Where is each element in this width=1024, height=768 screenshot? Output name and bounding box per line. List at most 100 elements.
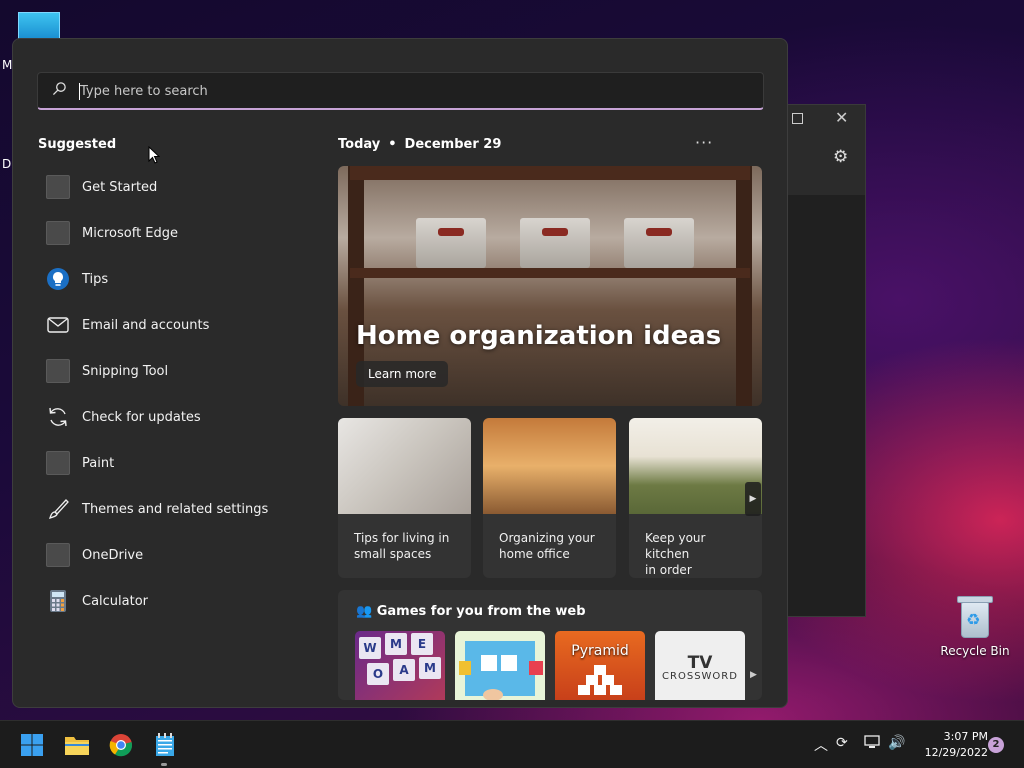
taskbar: ︿ ⟳ 🔊 3:07 PM 12/29/2022 2 bbox=[0, 720, 1024, 768]
suggested-item-themes-and-related-settings[interactable]: Themes and related settings bbox=[46, 486, 316, 532]
hero-image-part bbox=[624, 218, 694, 268]
recycle-bin[interactable]: ♻ Recycle Bin bbox=[940, 596, 1010, 658]
suggested-item-email-and-accounts[interactable]: Email and accounts bbox=[46, 302, 316, 348]
suggested-item-label: Themes and related settings bbox=[82, 501, 269, 517]
game-tile-tv-crossword[interactable]: TV CROSSWORD bbox=[655, 631, 745, 700]
app-placeholder-icon bbox=[46, 221, 70, 245]
caption-line: in order bbox=[645, 563, 692, 577]
hero-image-part bbox=[520, 218, 590, 268]
background-window: ✕ ⚙ bbox=[786, 104, 866, 617]
app-placeholder-icon bbox=[46, 359, 70, 383]
notepad-icon[interactable] bbox=[151, 731, 179, 759]
game-tile-label: CROSSWORD bbox=[662, 671, 738, 682]
caption-line: home office bbox=[499, 547, 570, 561]
story-card-image bbox=[629, 418, 762, 514]
refresh-icon bbox=[46, 405, 70, 429]
caption-line: Keep your kitchen bbox=[645, 531, 706, 561]
sync-icon[interactable]: ⟳ bbox=[836, 735, 848, 751]
story-card-caption: Keep your kitchen in order bbox=[629, 514, 762, 578]
suggested-item-check-for-updates[interactable]: Check for updates bbox=[46, 394, 316, 440]
game-tile-pyramid[interactable]: Pyramid bbox=[555, 631, 645, 700]
suggested-item-snipping-tool[interactable]: Snipping Tool bbox=[46, 348, 316, 394]
hero-image-part bbox=[350, 166, 750, 180]
hero-image-part bbox=[736, 166, 752, 406]
brush-icon bbox=[46, 497, 70, 521]
network-icon[interactable] bbox=[864, 735, 880, 753]
search-input[interactable] bbox=[80, 80, 680, 102]
app-placeholder-icon bbox=[46, 175, 70, 199]
recycle-bin-icon: ♻ bbox=[957, 596, 993, 638]
chrome-icon[interactable] bbox=[107, 731, 135, 759]
hero-image-part bbox=[350, 268, 750, 278]
mail-icon bbox=[46, 313, 70, 337]
suggested-list: Get Started Microsoft Edge Tips Email an… bbox=[46, 164, 316, 624]
games-heading: 👥 Games for you from the web bbox=[356, 604, 586, 619]
hero-title: Home organization ideas bbox=[356, 321, 722, 351]
search-box[interactable] bbox=[37, 72, 764, 110]
maximize-icon[interactable] bbox=[792, 113, 803, 124]
learn-more-button[interactable]: Learn more bbox=[356, 361, 449, 387]
story-card[interactable]: Organizing your home office bbox=[483, 418, 616, 578]
story-card-caption: Organizing your home office bbox=[483, 514, 616, 562]
suggested-heading: Suggested bbox=[38, 137, 117, 152]
suggested-item-label: OneDrive bbox=[82, 547, 144, 563]
caption-line: Tips for living in bbox=[354, 531, 450, 545]
suggested-item-onedrive[interactable]: OneDrive bbox=[46, 532, 316, 578]
games-panel: 👥 Games for you from the web W M E O A M… bbox=[338, 590, 762, 700]
mouse-cursor-icon bbox=[148, 146, 160, 164]
desktop-icon[interactable] bbox=[18, 12, 60, 40]
game-tile-label: Pyramid bbox=[571, 643, 629, 659]
suggested-item-label: Get Started bbox=[82, 179, 158, 195]
game-tile-block-game[interactable] bbox=[455, 631, 545, 700]
suggested-item-label: Microsoft Edge bbox=[82, 225, 179, 241]
more-options-icon[interactable]: ··· bbox=[695, 133, 713, 152]
search-icon bbox=[52, 82, 66, 96]
suggested-item-label: Email and accounts bbox=[82, 317, 210, 333]
suggested-item-label: Paint bbox=[82, 455, 115, 471]
suggested-item-paint[interactable]: Paint bbox=[46, 440, 316, 486]
suggested-item-get-started[interactable]: Get Started bbox=[46, 164, 316, 210]
notification-badge[interactable]: 2 bbox=[988, 737, 1004, 753]
story-card-image bbox=[483, 418, 616, 514]
today-label: Today bbox=[338, 137, 381, 152]
volume-icon[interactable]: 🔊 bbox=[888, 735, 905, 751]
system-clock[interactable]: 3:07 PM 12/29/2022 bbox=[914, 729, 988, 761]
suggested-item-label: Tips bbox=[82, 271, 109, 287]
today-separator: • bbox=[388, 137, 397, 152]
game-tile-word-game[interactable]: W M E O A M bbox=[355, 631, 445, 700]
suggested-item-microsoft-edge[interactable]: Microsoft Edge bbox=[46, 210, 316, 256]
lightbulb-icon bbox=[46, 267, 70, 291]
app-placeholder-icon bbox=[46, 451, 70, 475]
game-tile-label: TV bbox=[687, 653, 713, 673]
suggested-item-tips[interactable]: Tips bbox=[46, 256, 316, 302]
close-icon[interactable]: ✕ bbox=[835, 108, 848, 127]
gear-icon[interactable]: ⚙ bbox=[833, 147, 848, 167]
story-card[interactable]: Tips for living in small spaces bbox=[338, 418, 471, 578]
file-explorer-icon[interactable] bbox=[63, 731, 91, 759]
windows-start-icon[interactable] bbox=[18, 731, 46, 759]
suggested-item-label: Calculator bbox=[82, 593, 149, 609]
app-placeholder-icon bbox=[46, 543, 70, 567]
story-card[interactable]: Keep your kitchen in order bbox=[629, 418, 762, 578]
games-title: Games for you from the web bbox=[376, 604, 586, 619]
story-card-caption: Tips for living in small spaces bbox=[338, 514, 471, 562]
clock-date: 12/29/2022 bbox=[924, 746, 988, 759]
today-heading: Today • December 29 bbox=[338, 137, 501, 152]
calculator-icon bbox=[46, 589, 70, 613]
clock-time: 3:07 PM bbox=[943, 730, 988, 743]
suggested-item-label: Check for updates bbox=[82, 409, 201, 425]
hero-card[interactable]: Home organization ideas Learn more bbox=[338, 166, 762, 406]
chevron-up-icon[interactable]: ︿ bbox=[814, 735, 828, 755]
caption-line: Organizing your bbox=[499, 531, 595, 545]
today-date: December 29 bbox=[404, 137, 502, 152]
caption-line: small spaces bbox=[354, 547, 432, 561]
recycle-bin-label: Recycle Bin bbox=[940, 644, 1010, 658]
hero-image-part bbox=[416, 218, 486, 268]
suggested-item-calculator[interactable]: Calculator bbox=[46, 578, 316, 624]
chevron-right-icon[interactable]: ▶ bbox=[745, 482, 761, 516]
start-menu: Suggested Get Started Microsoft Edge Tip… bbox=[12, 38, 788, 708]
desktop-icon-label: M bbox=[2, 58, 13, 72]
chevron-right-icon[interactable]: ▶ bbox=[750, 670, 757, 680]
running-indicator bbox=[161, 763, 167, 766]
suggested-item-label: Snipping Tool bbox=[82, 363, 169, 379]
